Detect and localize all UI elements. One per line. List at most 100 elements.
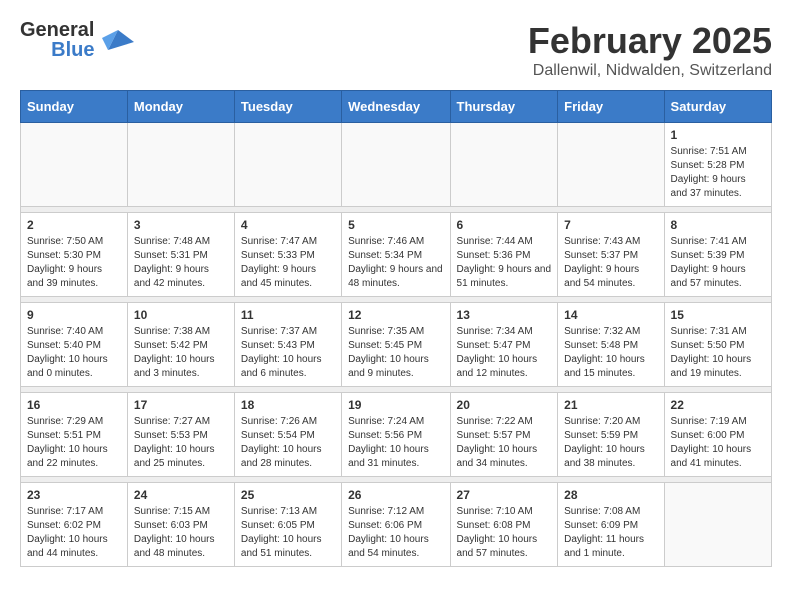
day-info: Sunrise: 7:51 AM Sunset: 5:28 PM Dayligh… xyxy=(671,145,765,201)
day-info: Sunrise: 7:38 AM Sunset: 5:42 PM Dayligh… xyxy=(134,325,228,381)
day-number: 4 xyxy=(241,218,335,232)
calendar-cell: 28Sunrise: 7:08 AM Sunset: 6:09 PM Dayli… xyxy=(558,483,664,567)
day-info: Sunrise: 7:34 AM Sunset: 5:47 PM Dayligh… xyxy=(457,325,552,381)
title-block: February 2025 Dallenwil, Nidwalden, Swit… xyxy=(528,20,772,80)
calendar-cell xyxy=(234,123,341,207)
day-info: Sunrise: 7:41 AM Sunset: 5:39 PM Dayligh… xyxy=(671,235,765,291)
day-number: 21 xyxy=(564,398,657,412)
calendar-cell: 12 Sunrise: 7:35 AM Sunset: 5:45 PM Dayli… xyxy=(342,303,450,387)
day-number: 8 xyxy=(671,218,765,232)
logo-icon xyxy=(98,22,134,58)
day-info: Sunrise: 7:35 AM Sunset: 5:45 PM Dayligh… xyxy=(348,325,443,381)
day-header-friday: Friday xyxy=(558,91,664,123)
calendar-cell: 21 Sunrise: 7:20 AM Sunset: 5:59 PM Dayli… xyxy=(558,393,664,477)
day-number: 7 xyxy=(564,218,657,232)
day-number: 23 xyxy=(27,488,121,502)
calendar-cell: 26 Sunrise: 7:12 AM Sunset: 6:06 PM Dayli… xyxy=(342,483,450,567)
day-info: Sunrise: 7:29 AM Sunset: 5:51 PM Dayligh… xyxy=(27,415,121,471)
calendar-cell: 16 Sunrise: 7:29 AM Sunset: 5:51 PM Dayli… xyxy=(21,393,128,477)
day-info: Sunrise: 7:12 AM Sunset: 6:06 PM Dayligh… xyxy=(348,505,443,561)
day-number: 25 xyxy=(241,488,335,502)
calendar-week-2: 9 Sunrise: 7:40 AM Sunset: 5:40 PM Daylig… xyxy=(21,303,772,387)
day-number: 1 xyxy=(671,128,765,142)
day-header-wednesday: Wednesday xyxy=(342,91,450,123)
page-header: General Blue February 2025 Dallenwil, Ni… xyxy=(20,20,772,80)
calendar-week-3: 16 Sunrise: 7:29 AM Sunset: 5:51 PM Dayli… xyxy=(21,393,772,477)
calendar-cell: 6 Sunrise: 7:44 AM Sunset: 5:36 PM Daylig… xyxy=(450,213,558,297)
calendar-cell: 2Sunrise: 7:50 AM Sunset: 5:30 PM Daylig… xyxy=(21,213,128,297)
calendar-cell: 25 Sunrise: 7:13 AM Sunset: 6:05 PM Dayli… xyxy=(234,483,341,567)
day-info: Sunrise: 7:47 AM Sunset: 5:33 PM Dayligh… xyxy=(241,235,335,291)
calendar-cell: 13 Sunrise: 7:34 AM Sunset: 5:47 PM Dayli… xyxy=(450,303,558,387)
logo-blue: Blue xyxy=(51,40,94,60)
calendar-cell: 24Sunrise: 7:15 AM Sunset: 6:03 PM Dayli… xyxy=(127,483,234,567)
day-header-monday: Monday xyxy=(127,91,234,123)
calendar-week-1: 2Sunrise: 7:50 AM Sunset: 5:30 PM Daylig… xyxy=(21,213,772,297)
calendar-cell: 20 Sunrise: 7:22 AM Sunset: 5:57 PM Dayli… xyxy=(450,393,558,477)
day-number: 19 xyxy=(348,398,443,412)
day-number: 12 xyxy=(348,308,443,322)
day-number: 10 xyxy=(134,308,228,322)
location: Dallenwil, Nidwalden, Switzerland xyxy=(528,62,772,80)
day-number: 22 xyxy=(671,398,765,412)
day-number: 20 xyxy=(457,398,552,412)
day-number: 15 xyxy=(671,308,765,322)
day-info: Sunrise: 7:44 AM Sunset: 5:36 PM Dayligh… xyxy=(457,235,552,291)
day-number: 16 xyxy=(27,398,121,412)
calendar-cell: 23 Sunrise: 7:17 AM Sunset: 6:02 PM Dayli… xyxy=(21,483,128,567)
day-number: 11 xyxy=(241,308,335,322)
calendar-cell xyxy=(342,123,450,207)
day-info: Sunrise: 7:46 AM Sunset: 5:34 PM Dayligh… xyxy=(348,235,443,291)
day-header-sunday: Sunday xyxy=(21,91,128,123)
calendar-week-4: 23 Sunrise: 7:17 AM Sunset: 6:02 PM Dayli… xyxy=(21,483,772,567)
day-number: 2 xyxy=(27,218,121,232)
calendar-cell: 3Sunrise: 7:48 AM Sunset: 5:31 PM Daylig… xyxy=(127,213,234,297)
day-info: Sunrise: 7:37 AM Sunset: 5:43 PM Dayligh… xyxy=(241,325,335,381)
calendar-cell xyxy=(664,483,771,567)
day-info: Sunrise: 7:32 AM Sunset: 5:48 PM Dayligh… xyxy=(564,325,657,381)
day-info: Sunrise: 7:31 AM Sunset: 5:50 PM Dayligh… xyxy=(671,325,765,381)
logo-general: General xyxy=(20,20,94,40)
day-info: Sunrise: 7:26 AM Sunset: 5:54 PM Dayligh… xyxy=(241,415,335,471)
calendar-cell: 22 Sunrise: 7:19 AM Sunset: 6:00 PM Dayli… xyxy=(664,393,771,477)
calendar-cell: 4 Sunrise: 7:47 AM Sunset: 5:33 PM Daylig… xyxy=(234,213,341,297)
day-info: Sunrise: 7:48 AM Sunset: 5:31 PM Dayligh… xyxy=(134,235,228,291)
day-number: 5 xyxy=(348,218,443,232)
day-info: Sunrise: 7:17 AM Sunset: 6:02 PM Dayligh… xyxy=(27,505,121,561)
calendar-cell: 9 Sunrise: 7:40 AM Sunset: 5:40 PM Daylig… xyxy=(21,303,128,387)
calendar-cell: 27Sunrise: 7:10 AM Sunset: 6:08 PM Dayli… xyxy=(450,483,558,567)
day-info: Sunrise: 7:13 AM Sunset: 6:05 PM Dayligh… xyxy=(241,505,335,561)
calendar-cell: 15 Sunrise: 7:31 AM Sunset: 5:50 PM Dayli… xyxy=(664,303,771,387)
calendar-cell xyxy=(21,123,128,207)
day-number: 13 xyxy=(457,308,552,322)
calendar-cell: 14Sunrise: 7:32 AM Sunset: 5:48 PM Dayli… xyxy=(558,303,664,387)
day-number: 17 xyxy=(134,398,228,412)
calendar-cell xyxy=(450,123,558,207)
day-info: Sunrise: 7:24 AM Sunset: 5:56 PM Dayligh… xyxy=(348,415,443,471)
logo: General Blue xyxy=(20,20,134,60)
day-info: Sunrise: 7:15 AM Sunset: 6:03 PM Dayligh… xyxy=(134,505,228,561)
calendar-cell: 7 Sunrise: 7:43 AM Sunset: 5:37 PM Daylig… xyxy=(558,213,664,297)
day-info: Sunrise: 7:40 AM Sunset: 5:40 PM Dayligh… xyxy=(27,325,121,381)
day-info: Sunrise: 7:20 AM Sunset: 5:59 PM Dayligh… xyxy=(564,415,657,471)
calendar-table: SundayMondayTuesdayWednesdayThursdayFrid… xyxy=(20,90,772,567)
calendar-cell: 17Sunrise: 7:27 AM Sunset: 5:53 PM Dayli… xyxy=(127,393,234,477)
day-number: 9 xyxy=(27,308,121,322)
calendar-cell: 8 Sunrise: 7:41 AM Sunset: 5:39 PM Daylig… xyxy=(664,213,771,297)
calendar-cell: 19 Sunrise: 7:24 AM Sunset: 5:56 PM Dayli… xyxy=(342,393,450,477)
day-number: 18 xyxy=(241,398,335,412)
calendar-header-row: SundayMondayTuesdayWednesdayThursdayFrid… xyxy=(21,91,772,123)
calendar-cell xyxy=(558,123,664,207)
calendar-cell: 10 Sunrise: 7:38 AM Sunset: 5:42 PM Dayli… xyxy=(127,303,234,387)
day-number: 26 xyxy=(348,488,443,502)
day-number: 6 xyxy=(457,218,552,232)
calendar-cell: 1 Sunrise: 7:51 AM Sunset: 5:28 PM Daylig… xyxy=(664,123,771,207)
day-info: Sunrise: 7:43 AM Sunset: 5:37 PM Dayligh… xyxy=(564,235,657,291)
calendar-cell xyxy=(127,123,234,207)
calendar-cell: 5 Sunrise: 7:46 AM Sunset: 5:34 PM Daylig… xyxy=(342,213,450,297)
day-info: Sunrise: 7:22 AM Sunset: 5:57 PM Dayligh… xyxy=(457,415,552,471)
calendar-cell: 11 Sunrise: 7:37 AM Sunset: 5:43 PM Dayli… xyxy=(234,303,341,387)
day-info: Sunrise: 7:19 AM Sunset: 6:00 PM Dayligh… xyxy=(671,415,765,471)
day-number: 28 xyxy=(564,488,657,502)
day-header-thursday: Thursday xyxy=(450,91,558,123)
